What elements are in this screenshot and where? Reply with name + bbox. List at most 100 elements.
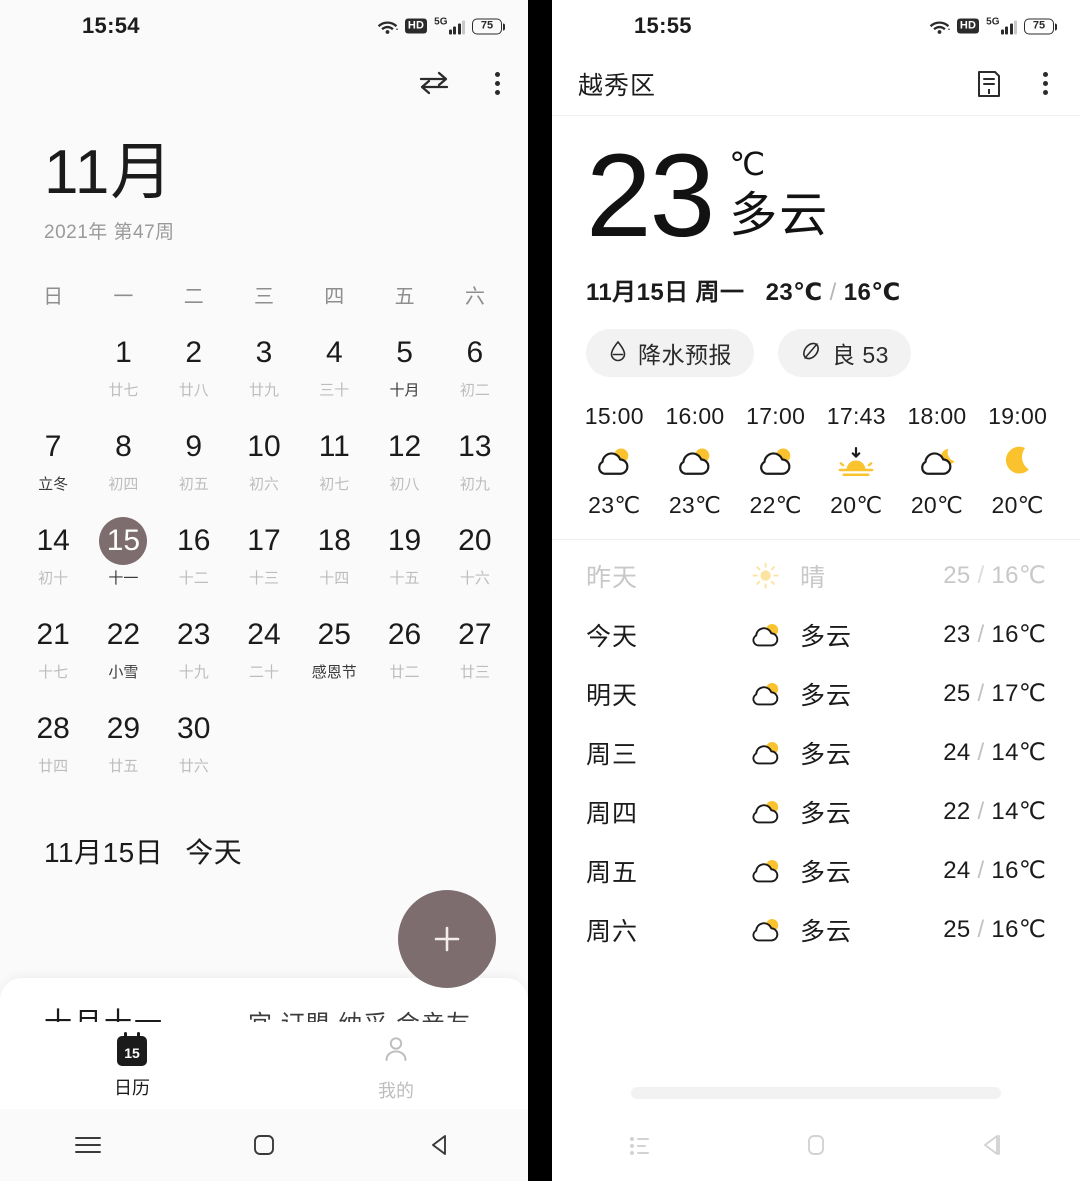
precipitation-pill-label: 降水预报 xyxy=(638,342,732,369)
weekday-label: 六 xyxy=(464,286,485,309)
daily-forecast-row[interactable]: 昨天 晴 25 / 16℃ xyxy=(586,546,1046,605)
calendar-day-cell[interactable]: 7 立冬 xyxy=(18,417,88,511)
day-number: 2 xyxy=(185,336,203,370)
hourly-forecast-item[interactable]: 15:00 23℃ xyxy=(574,403,655,519)
back-icon[interactable] xyxy=(947,1131,1037,1159)
more-vertical-icon[interactable] xyxy=(489,68,506,99)
hourly-forecast-item[interactable]: 17:43 20℃ xyxy=(816,403,897,519)
hourly-forecast-item[interactable]: 19:00 20℃ xyxy=(977,403,1058,519)
calendar-day-cell[interactable]: 3 廿九 xyxy=(229,323,299,417)
day-number: 12 xyxy=(387,430,422,464)
calendar-day-cell[interactable]: 1 廿七 xyxy=(88,323,158,417)
calendar-day-cell[interactable]: 13 初九 xyxy=(440,417,510,511)
calendar-day-cell[interactable]: 5 十月 xyxy=(369,323,439,417)
temperature-unit: ℃ xyxy=(729,146,766,182)
day-number: 11 xyxy=(318,430,350,464)
calendar-day-cell[interactable]: 20 十六 xyxy=(440,511,510,605)
calendar-day-cell[interactable]: 18 十四 xyxy=(299,511,369,605)
lunar-label: 二十 xyxy=(248,664,279,682)
daily-forecast-row[interactable]: 周五 多云 24 / 16℃ xyxy=(586,841,1046,900)
calendar-day-cell[interactable]: 8 初四 xyxy=(88,417,158,511)
daily-forecast-row[interactable]: 今天 多云 23 / 16℃ xyxy=(586,605,1046,664)
hourly-forecast-item[interactable]: 16:00 23℃ xyxy=(655,403,736,519)
daily-forecast-row[interactable]: 周四 多云 22 / 14℃ xyxy=(586,782,1046,841)
daily-condition: 晴 xyxy=(800,563,827,592)
daily-forecast-row[interactable]: 明天 多云 25 / 17℃ xyxy=(586,664,1046,723)
menu-icon[interactable] xyxy=(43,1133,133,1157)
daily-forecast-row[interactable]: 周三 多云 24 / 14℃ xyxy=(586,723,1046,782)
lunar-label: 感恩节 xyxy=(311,664,357,682)
daily-forecast-row[interactable]: 周六 多云 25 / 16℃ xyxy=(586,900,1046,959)
calendar-day-cell[interactable]: 26 廿二 xyxy=(369,605,439,699)
today-summary-bar: 11月15日 今天 xyxy=(0,831,528,871)
lunar-label: 初八 xyxy=(389,476,420,494)
calendar-day-cell[interactable]: 14 初十 xyxy=(18,511,88,605)
daily-temperature-range: 24 / 16℃ xyxy=(943,857,1046,885)
more-vertical-icon[interactable] xyxy=(1037,68,1054,99)
calendar-day-cell[interactable]: 9 初五 xyxy=(159,417,229,511)
calendar-day-cell[interactable]: 28 廿四 xyxy=(18,699,88,793)
calendar-day-cell[interactable]: 15 十一 xyxy=(88,511,158,605)
hd-icon: HD xyxy=(956,18,980,34)
day-number: 9 xyxy=(185,430,203,464)
hd-icon: HD xyxy=(404,18,428,34)
cloudy-day-icon xyxy=(746,739,786,767)
home-icon[interactable] xyxy=(219,1131,309,1159)
forecast-date: 11月15日 xyxy=(586,279,689,307)
lunar-label: 廿二 xyxy=(389,664,420,682)
daily-condition: 多云 xyxy=(800,917,853,946)
daily-temperature-range: 25 / 17℃ xyxy=(943,680,1046,708)
scroll-handle[interactable] xyxy=(631,1087,1001,1099)
calendar-icon: 15 xyxy=(117,1032,147,1066)
tab-calendar-label: 日历 xyxy=(114,1078,150,1098)
calendar-day-cell[interactable]: 2 廿八 xyxy=(159,323,229,417)
calendar-weekday-header: 日 一 二 三 四 五 六 xyxy=(0,280,528,309)
city-list-icon[interactable] xyxy=(975,69,1003,99)
calendar-day-cell[interactable]: 4 三十 xyxy=(299,323,369,417)
calendar-day-cell[interactable]: 11 初七 xyxy=(299,417,369,511)
calendar-day-cell[interactable]: 17 十三 xyxy=(229,511,299,605)
calendar-day-cell[interactable]: 25 感恩节 xyxy=(299,605,369,699)
calendar-day-cell[interactable]: 10 初六 xyxy=(229,417,299,511)
day-number: 4 xyxy=(325,336,343,370)
calendar-cell-empty xyxy=(369,699,439,793)
hourly-forecast-item[interactable]: 17:00 22℃ xyxy=(735,403,816,519)
calendar-day-cell[interactable]: 21 十七 xyxy=(18,605,88,699)
add-event-button[interactable] xyxy=(398,890,496,988)
day-number: 1 xyxy=(115,336,132,370)
lunar-label: 廿八 xyxy=(178,382,209,400)
hourly-temperature: 22℃ xyxy=(749,492,802,519)
day-number: 6 xyxy=(466,336,484,370)
calendar-day-cell[interactable]: 6 初二 xyxy=(440,323,510,417)
weekday-label: 三 xyxy=(253,286,274,309)
calendar-day-cell[interactable]: 29 廿五 xyxy=(88,699,158,793)
calendar-day-cell[interactable]: 22 小雪 xyxy=(88,605,158,699)
phone-divider xyxy=(528,0,552,1181)
day-number: 30 xyxy=(177,712,211,746)
precipitation-forecast-pill[interactable]: 降水预报 xyxy=(586,329,754,378)
day-number: 25 xyxy=(317,618,351,652)
calendar-day-cell[interactable]: 19 十五 xyxy=(369,511,439,605)
calendar-day-cell[interactable]: 16 十二 xyxy=(159,511,229,605)
sunset-icon xyxy=(836,442,876,480)
tab-calendar[interactable]: 15 日历 xyxy=(0,1032,264,1100)
home-icon[interactable] xyxy=(771,1131,861,1159)
city-name[interactable]: 越秀区 xyxy=(578,66,656,102)
lunar-label: 廿七 xyxy=(108,382,139,400)
calendar-day-cell[interactable]: 23 十九 xyxy=(159,605,229,699)
back-icon[interactable] xyxy=(395,1131,485,1159)
swap-view-icon[interactable] xyxy=(417,70,451,96)
recents-icon[interactable] xyxy=(595,1132,685,1158)
hourly-forecast-row[interactable]: 15:00 23℃ 16:00 23℃ 17:00 22℃ 17:43 20℃ 18 xyxy=(552,403,1080,541)
calendar-day-cell[interactable]: 27 廿三 xyxy=(440,605,510,699)
calendar-day-cell[interactable]: 30 廿六 xyxy=(159,699,229,793)
daily-day-label: 周六 xyxy=(586,917,639,946)
current-temperature: 23 xyxy=(586,130,715,262)
hourly-temperature: 23℃ xyxy=(588,492,641,519)
tab-profile[interactable]: 我的 xyxy=(264,1034,528,1103)
calendar-day-cell[interactable]: 24 二十 xyxy=(229,605,299,699)
hourly-forecast-item[interactable]: 18:00 20℃ xyxy=(897,403,978,519)
air-quality-pill[interactable]: 良 53 xyxy=(778,329,911,378)
calendar-day-cell[interactable]: 12 初八 xyxy=(369,417,439,511)
status-icons: HD 5G 75 xyxy=(929,17,1057,35)
